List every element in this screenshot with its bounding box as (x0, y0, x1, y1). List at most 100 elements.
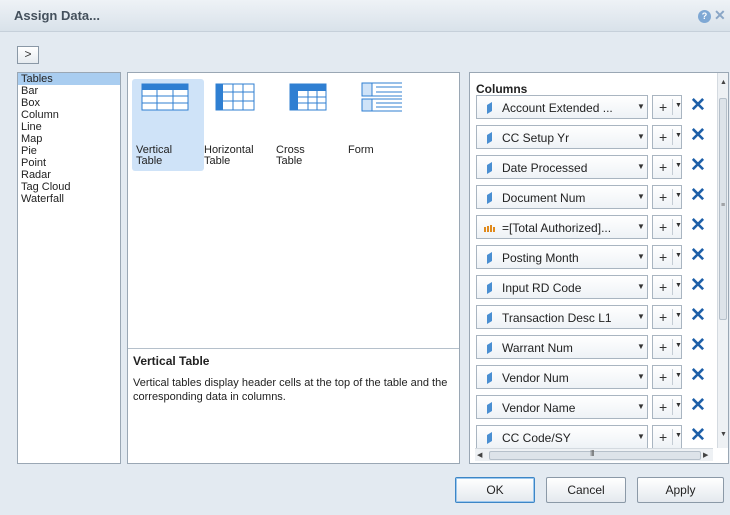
remove-column-icon[interactable]: ✕ (690, 216, 706, 236)
chevron-down-icon[interactable]: ▼ (675, 372, 682, 379)
add-column-button[interactable]: + ▼ (652, 365, 682, 389)
remove-column-icon[interactable]: ✕ (690, 246, 706, 266)
column-field-select[interactable]: Input RD Code ▼ (476, 275, 648, 299)
scroll-down-icon[interactable]: ▼ (720, 431, 727, 438)
vertical-scrollbar[interactable]: ▲ ≡ ▼ (717, 73, 728, 448)
plus-icon[interactable]: + (659, 369, 667, 385)
option-form[interactable]: Form (344, 79, 416, 171)
column-field-select[interactable]: CC Setup Yr ▼ (476, 125, 648, 149)
remove-column-icon[interactable]: ✕ (690, 366, 706, 386)
column-field-select[interactable]: Date Processed ▼ (476, 155, 648, 179)
chevron-down-icon[interactable]: ▼ (637, 432, 645, 441)
scroll-thumb[interactable]: ≡ (719, 98, 727, 320)
chevron-down-icon[interactable]: ▼ (637, 132, 645, 141)
scroll-thumb-horizontal[interactable]: III (489, 449, 701, 460)
add-column-button[interactable]: + ▼ (652, 95, 682, 119)
plus-icon[interactable]: + (659, 129, 667, 145)
column-field-select[interactable]: Warrant Num ▼ (476, 335, 648, 359)
remove-column-icon[interactable]: ✕ (690, 186, 706, 206)
remove-column-icon[interactable]: ✕ (690, 96, 706, 116)
chevron-down-icon[interactable]: ▼ (675, 162, 682, 169)
plus-icon[interactable]: + (659, 399, 667, 415)
chevron-down-icon[interactable]: ▼ (637, 162, 645, 171)
plus-icon[interactable]: + (659, 279, 667, 295)
scroll-left-icon[interactable]: ◀ (477, 451, 482, 459)
remove-column-icon[interactable]: ✕ (690, 336, 706, 356)
plus-icon[interactable]: + (659, 189, 667, 205)
chart-type-waterfall[interactable]: Waterfall (18, 193, 120, 205)
chevron-down-icon[interactable]: ▼ (637, 342, 645, 351)
add-column-button[interactable]: + ▼ (652, 125, 682, 149)
chevron-down-icon[interactable]: ▼ (675, 102, 682, 109)
chart-type-bar[interactable]: Bar (18, 85, 120, 97)
add-column-button[interactable]: + ▼ (652, 395, 682, 419)
column-field-select[interactable]: Transaction Desc L1 ▼ (476, 305, 648, 329)
plus-icon[interactable]: + (659, 99, 667, 115)
remove-column-icon[interactable]: ✕ (690, 126, 706, 146)
chevron-down-icon[interactable]: ▼ (637, 222, 645, 231)
remove-column-icon[interactable]: ✕ (690, 396, 706, 416)
scroll-up-icon[interactable]: ▲ (720, 79, 727, 86)
chart-type-map[interactable]: Map (18, 133, 120, 145)
chevron-down-icon[interactable]: ▼ (637, 372, 645, 381)
chart-type-point[interactable]: Point (18, 157, 120, 169)
column-field-select[interactable]: =[Total Authorized]... ▼ (476, 215, 648, 239)
chevron-down-icon[interactable]: ▼ (675, 312, 682, 319)
chevron-down-icon[interactable]: ▼ (637, 102, 645, 111)
option-vertical-table[interactable]: Vertical Table (132, 79, 204, 171)
chevron-down-icon[interactable]: ▼ (675, 342, 682, 349)
chart-type-line[interactable]: Line (18, 121, 120, 133)
option-cross-table[interactable]: Cross Table (272, 79, 344, 171)
add-column-button[interactable]: + ▼ (652, 245, 682, 269)
column-field-select[interactable]: Document Num ▼ (476, 185, 648, 209)
remove-column-icon[interactable]: ✕ (690, 156, 706, 176)
chevron-down-icon[interactable]: ▼ (637, 192, 645, 201)
plus-icon[interactable]: + (659, 249, 667, 265)
chevron-down-icon[interactable]: ▼ (637, 312, 645, 321)
chevron-down-icon[interactable]: ▼ (675, 132, 682, 139)
chevron-down-icon[interactable]: ▼ (637, 282, 645, 291)
chevron-down-icon[interactable]: ▼ (637, 402, 645, 411)
cancel-button[interactable]: Cancel (546, 477, 626, 503)
remove-column-icon[interactable]: ✕ (690, 306, 706, 326)
chart-type-tables[interactable]: Tables (18, 73, 120, 85)
scroll-right-icon[interactable]: ▶ (703, 451, 708, 459)
column-field-select[interactable]: Posting Month ▼ (476, 245, 648, 269)
column-field-select[interactable]: Vendor Num ▼ (476, 365, 648, 389)
plus-icon[interactable]: + (659, 309, 667, 325)
plus-icon[interactable]: + (659, 339, 667, 355)
chevron-down-icon[interactable]: ▼ (675, 402, 682, 409)
chart-type-tag-cloud[interactable]: Tag Cloud (18, 181, 120, 193)
chevron-down-icon[interactable]: ▼ (637, 252, 645, 261)
plus-icon[interactable]: + (659, 429, 667, 445)
add-column-button[interactable]: + ▼ (652, 185, 682, 209)
chevron-down-icon[interactable]: ▼ (675, 222, 682, 229)
chart-type-column[interactable]: Column (18, 109, 120, 121)
add-column-button[interactable]: + ▼ (652, 155, 682, 179)
remove-column-icon[interactable]: ✕ (690, 276, 706, 296)
chevron-down-icon[interactable]: ▼ (675, 432, 682, 439)
chart-type-radar[interactable]: Radar (18, 169, 120, 181)
add-column-button[interactable]: + ▼ (652, 215, 682, 239)
plus-icon[interactable]: + (659, 219, 667, 235)
column-field-select[interactable]: Account Extended ... ▼ (476, 95, 648, 119)
horizontal-scrollbar[interactable]: ◀ III ▶ (475, 448, 713, 461)
column-field-select[interactable]: Vendor Name ▼ (476, 395, 648, 419)
apply-button[interactable]: Apply (637, 477, 724, 503)
chart-type-box[interactable]: Box (18, 97, 120, 109)
add-column-button[interactable]: + ▼ (652, 305, 682, 329)
add-column-button[interactable]: + ▼ (652, 335, 682, 359)
chevron-down-icon[interactable]: ▼ (675, 282, 682, 289)
expand-button[interactable]: > (17, 46, 39, 64)
chevron-down-icon[interactable]: ▼ (675, 252, 682, 259)
chart-type-pie[interactable]: Pie (18, 145, 120, 157)
help-icon[interactable]: ? (698, 10, 711, 23)
column-field-select[interactable]: CC Code/SY ▼ (476, 425, 648, 449)
ok-button[interactable]: OK (455, 477, 535, 503)
plus-icon[interactable]: + (659, 159, 667, 175)
close-icon[interactable]: ✕ (714, 7, 726, 24)
option-horizontal-table[interactable]: Horizontal Table (200, 79, 272, 171)
remove-column-icon[interactable]: ✕ (690, 426, 706, 446)
add-column-button[interactable]: + ▼ (652, 425, 682, 449)
chevron-down-icon[interactable]: ▼ (675, 192, 682, 199)
